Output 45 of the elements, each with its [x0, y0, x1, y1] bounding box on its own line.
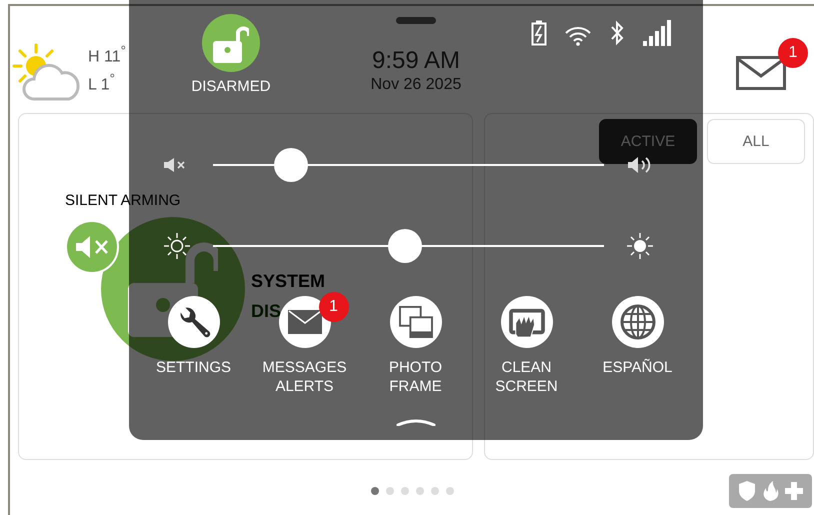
shortcut-button[interactable]: [612, 296, 664, 348]
arming-status-label: DISARMED: [191, 78, 271, 95]
bright-sun-icon: [626, 232, 654, 260]
wifi-icon: [565, 26, 591, 46]
stacked-photos-icon: [398, 306, 432, 338]
dim-sun-icon: [163, 232, 191, 260]
shortcut-label: ESPAÑOL: [602, 358, 674, 377]
notification-badge: 1: [778, 38, 808, 68]
signal-bars-icon: [643, 20, 671, 46]
slider-thumb[interactable]: [388, 229, 422, 263]
loud-speaker-icon: [627, 156, 653, 174]
page-dot[interactable]: [400, 487, 408, 495]
slider-thumb[interactable]: [274, 148, 308, 182]
system-label: SYSTEM: [251, 270, 326, 293]
filter-tab[interactable]: ALL: [707, 119, 805, 164]
page-dot[interactable]: [416, 487, 424, 495]
messages-button[interactable]: 1: [736, 38, 808, 90]
shortcut-label: SETTINGS: [154, 358, 232, 377]
drag-handle[interactable]: [396, 17, 436, 24]
shortcut-button[interactable]: [390, 296, 442, 348]
filter-tab[interactable]: ACTIVE: [599, 119, 697, 164]
envelope-icon: [736, 56, 786, 90]
hand-wiping-tablet-icon: [508, 306, 546, 338]
notification-badge: 1: [318, 292, 348, 322]
system-status: DIS: [251, 300, 282, 323]
page-dot[interactable]: [446, 487, 454, 495]
page-dot[interactable]: [430, 487, 438, 495]
envelope-icon: [286, 309, 322, 335]
shortcut-button[interactable]: [500, 296, 552, 348]
low-temperature: L 1$^{°}$: [88, 70, 116, 96]
muted-speaker-icon: [163, 157, 187, 173]
shortcut-label: CLEAN SCREEN: [494, 358, 559, 396]
page-dot[interactable]: [386, 487, 394, 495]
shortcut-label: PHOTO FRAME: [388, 358, 444, 396]
muted-speaker-icon: [74, 235, 110, 259]
battery-charging-icon: [531, 20, 547, 46]
globe-icon: [618, 302, 658, 342]
page-dot[interactable]: [370, 487, 378, 495]
sun-cloud-icon: [12, 43, 82, 103]
shield-flame-cross-icon: [738, 480, 804, 502]
clock-date: Nov 26 2025: [370, 75, 462, 95]
clock-time: 9:59 AM: [372, 47, 460, 75]
shortcut-label: MESSAGES ALERTS: [261, 358, 348, 396]
bluetooth-icon: [609, 20, 625, 46]
high-temperature: H 11$^{°}$: [88, 42, 126, 68]
